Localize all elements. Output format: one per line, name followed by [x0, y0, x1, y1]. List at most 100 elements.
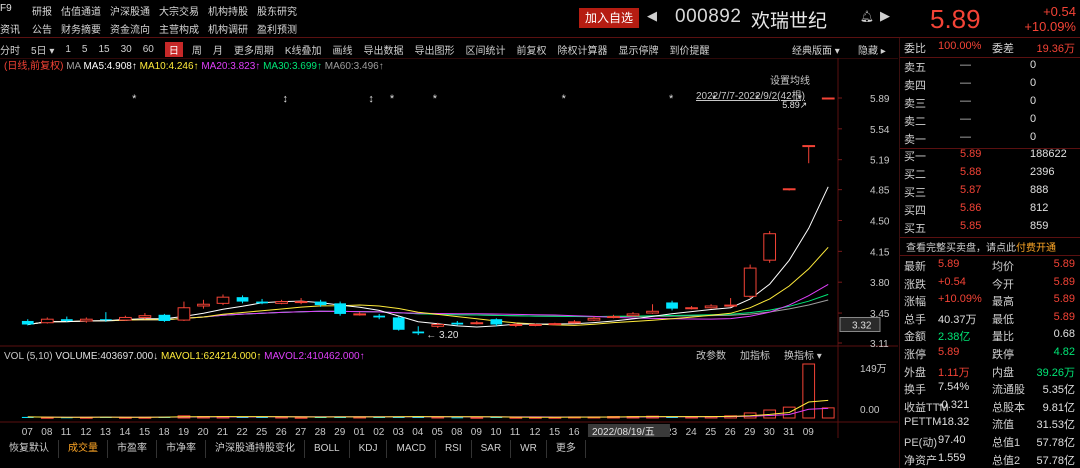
candle-body — [177, 307, 191, 321]
x-tick-label: 19 — [178, 427, 190, 438]
toolbar-button[interactable]: 到价提醒 — [670, 42, 710, 57]
indicator-tab[interactable]: 恢复默认 — [0, 440, 59, 458]
toolbar-button[interactable]: 导出图形 — [415, 42, 455, 57]
period-button[interactable]: 分时 — [0, 42, 20, 57]
nav-link[interactable]: 股东研究 — [257, 3, 297, 18]
nav-link[interactable]: 资讯 — [0, 21, 22, 36]
indicator-tab[interactable]: WR — [511, 440, 547, 458]
period-button[interactable]: 5 — [82, 44, 88, 55]
x-tick-label: 28 — [315, 427, 327, 438]
level-price: 5.89 — [960, 148, 982, 160]
nav-link[interactable]: 主营构成 — [159, 21, 199, 36]
quote-row: 金额 2.38亿 量比 0.68 — [900, 328, 1080, 345]
ma-line — [27, 246, 829, 326]
toolbar-button[interactable]: K线叠加 — [285, 42, 322, 57]
nav-link[interactable]: 机构持股 — [208, 3, 248, 18]
indicator-tab[interactable]: 市净率 — [157, 440, 206, 458]
row-value: 7.54% — [938, 381, 970, 394]
nav-link[interactable]: 大宗交易 — [159, 3, 199, 18]
promo-link[interactable]: 付费开通 — [1016, 243, 1056, 254]
toolbar-button[interactable]: 周 — [192, 42, 202, 57]
row-value: 31.53亿 — [1036, 419, 1075, 432]
top-nav: F9 研报 估值通道 沪深股通 大宗交易 机构持股 股东研究 资讯 公告 财务摘要 资金流向 主营构… — [0, 0, 560, 36]
candle-body — [392, 317, 405, 330]
quote-row: 换手 7.54% 流通股 5.35亿 — [900, 381, 1080, 398]
volume-action-button[interactable]: 加指标 — [740, 349, 770, 362]
y-tick-label: 5.89 — [870, 94, 890, 105]
ma-settings-button[interactable]: 设置均线 — [770, 74, 810, 87]
hide-button[interactable]: 隐藏 ▸ — [858, 42, 886, 57]
candle-body — [548, 323, 562, 326]
nav-link[interactable]: 公告 — [32, 21, 52, 36]
row-value: 5.89 — [938, 346, 960, 358]
nav-link[interactable]: F9 — [0, 3, 22, 18]
add-watchlist-button[interactable]: 加入自选 — [579, 8, 639, 28]
indicator-tab[interactable]: 市盈率 — [108, 440, 157, 458]
row-value: 97.40 — [938, 434, 966, 446]
nav-link[interactable]: 财务摘要 — [61, 21, 101, 36]
bid-row: 买二 5.88 2396 — [900, 166, 1080, 183]
x-tick-label: 18 — [158, 427, 170, 438]
indicator-tab[interactable]: KDJ — [350, 440, 388, 458]
period-button[interactable]: 60 — [143, 44, 154, 55]
volume-tick-zero: 0.00 — [860, 405, 880, 416]
period-button[interactable]: 5日 ▾ — [31, 42, 54, 57]
next-stock-icon[interactable]: ▶ — [880, 8, 890, 24]
alert-bell-icon[interactable]: 🔔︎ — [860, 10, 874, 23]
indicator-tab[interactable]: BOLL — [305, 440, 350, 458]
toolbar-button[interactable]: 画线 — [333, 42, 353, 57]
toolbar-button[interactable]: 月 — [213, 42, 223, 57]
row-label: 净资产 — [904, 454, 937, 467]
volume-action-button[interactable]: 换指标 ▾ — [784, 349, 822, 362]
candle-body — [334, 303, 346, 314]
toolbar-button[interactable]: 显示停牌 — [619, 42, 659, 57]
nav-link[interactable]: 估值通道 — [61, 3, 101, 18]
row-label: 最低 — [992, 313, 1014, 326]
candle-body — [158, 314, 171, 321]
toolbar-button[interactable]: 除权计算器 — [558, 42, 608, 57]
nav-link[interactable]: 沪深股通 — [110, 3, 150, 18]
high-label: 5.89↗ — [782, 100, 807, 110]
volume-bar — [821, 407, 835, 419]
event-marker: * — [669, 93, 674, 105]
toolbar-button[interactable]: 更多周期 — [234, 42, 274, 57]
volume-ma-line — [27, 399, 829, 418]
volume-ma-line — [27, 407, 829, 418]
volume-action-button[interactable]: 改参数 — [696, 349, 726, 362]
x-tick-label: 26 — [276, 427, 288, 438]
quote-row: 涨停 5.89 跌停 4.82 — [900, 346, 1080, 363]
indicator-tab[interactable]: MACD — [387, 440, 436, 458]
nav-link[interactable]: 机构调研 — [208, 21, 248, 36]
candle-body — [587, 317, 601, 321]
indicator-tab[interactable]: 更多 — [547, 440, 586, 458]
layout-button[interactable]: 经典版面 ▾ — [792, 42, 840, 57]
indicator-tab[interactable]: 沪深股通持股变化 — [206, 440, 305, 458]
row-value: 2.38亿 — [938, 331, 971, 344]
toolbar-button[interactable]: 区间统计 — [466, 42, 506, 57]
x-tick-label: 29 — [744, 427, 756, 438]
row-label: 均价 — [992, 261, 1014, 273]
upgrade-promo[interactable]: 查看完整买卖盘，请点此付费开通 — [906, 239, 1056, 254]
x-highlight-label: 2022/08/19/五 — [592, 427, 655, 438]
toolbar-button[interactable]: 导出数据 — [364, 42, 404, 57]
period-button[interactable]: 30 — [121, 44, 132, 55]
x-tick-label: 12 — [529, 427, 541, 438]
toolbar-button[interactable]: 前复权 — [517, 42, 547, 57]
prev-stock-icon[interactable]: ◀ — [647, 8, 657, 24]
indicator-tab[interactable]: 成交量 — [59, 440, 108, 458]
level-price: 5.86 — [960, 202, 982, 214]
divider — [900, 237, 1080, 238]
period-button-selected[interactable]: 日 — [164, 41, 183, 57]
nav-link[interactable]: 资金流向 — [110, 21, 150, 36]
nav-link[interactable]: 盈利预测 — [257, 21, 297, 36]
indicator-tab[interactable]: RSI — [436, 440, 472, 458]
bid-row: 买四 5.86 812 — [900, 202, 1080, 219]
row-label: 最新 — [904, 261, 926, 273]
kline-chart[interactable]: (日线,前复权) MA MA5:4.908↑ MA10:4.246↑ MA20:… — [0, 58, 898, 438]
candle-body — [529, 323, 542, 326]
indicator-tab[interactable]: SAR — [472, 440, 512, 458]
period-button[interactable]: 1 — [65, 44, 71, 55]
candle-body — [646, 310, 659, 314]
nav-link[interactable]: 研报 — [32, 3, 52, 18]
period-button[interactable]: 15 — [98, 44, 109, 55]
